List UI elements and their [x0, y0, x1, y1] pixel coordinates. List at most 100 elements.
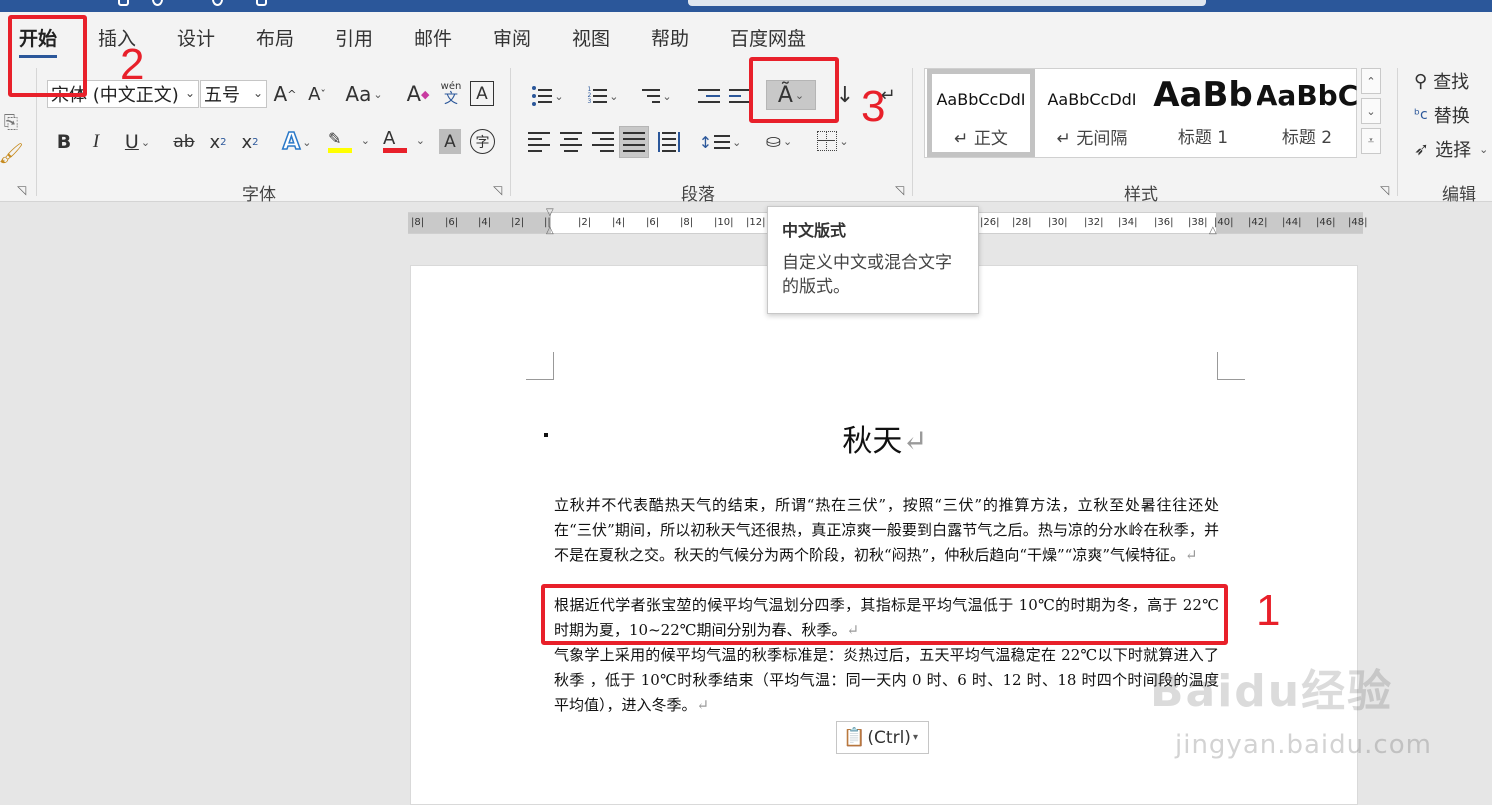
paragraph-group-label: 段落: [681, 185, 715, 205]
justify-button[interactable]: [619, 126, 649, 158]
align-left-button[interactable]: [527, 129, 551, 155]
tooltip: 中文版式 自定义中文或混合文字的版式。: [767, 206, 979, 314]
tab-mailings[interactable]: 邮件: [414, 24, 452, 51]
phonetic-guide-button[interactable]: wén 文: [438, 76, 464, 110]
distributed-button[interactable]: [655, 129, 683, 155]
font-size-combo[interactable]: 五号 ⌄: [200, 80, 267, 108]
align-center-button[interactable]: [559, 129, 583, 155]
ruler-label: |2|: [578, 217, 592, 228]
ruler-label: |42|: [1248, 217, 1268, 228]
baidu-watermark-url: jingyan.baidu.com: [1175, 730, 1432, 760]
character-shading-button[interactable]: A: [439, 129, 461, 154]
cursor-icon: ➶: [1414, 138, 1430, 160]
superscript-button[interactable]: x2: [238, 128, 262, 156]
tab-baidu-netdisk[interactable]: 百度网盘: [730, 24, 806, 51]
replace-icon: ᵇc: [1414, 107, 1428, 123]
style-no-spacing[interactable]: AaBbCcDdI ↵ 无间隔: [1038, 69, 1146, 157]
tab-view[interactable]: 视图: [572, 24, 610, 51]
annotation-number-3: 3: [861, 82, 886, 131]
multilevel-list-button[interactable]: ⌄: [634, 82, 680, 110]
redo-icon[interactable]: [212, 0, 223, 6]
ruler-label: |32|: [1084, 217, 1104, 228]
tooltip-title: 中文版式: [782, 221, 847, 240]
crop-mark-right: [1217, 352, 1245, 380]
borders-button[interactable]: ⌄: [810, 126, 856, 156]
increase-indent-button[interactable]: [727, 82, 751, 110]
styles-launcher-icon[interactable]: ◹: [1380, 183, 1389, 197]
enclose-characters-button[interactable]: 字: [470, 129, 495, 154]
decrease-indent-button[interactable]: [695, 82, 723, 110]
styles-scroll-up[interactable]: ⌃: [1361, 68, 1381, 94]
styles-gallery: AaBbCcDdI ↵ 正文 AaBbCcDdI ↵ 无间隔 AaBb 标题 1…: [924, 68, 1357, 158]
numbering-button[interactable]: 1 2 3 ⌄: [580, 82, 626, 110]
clipboard-launcher-icon[interactable]: ◹: [17, 183, 26, 197]
quick-access-icon[interactable]: [256, 0, 267, 6]
ruler-label: |40|: [1214, 217, 1234, 228]
line-spacing-button[interactable]: ↕ ⌄: [694, 128, 746, 156]
clipboard-icon: 📋: [843, 727, 866, 748]
undo-icon[interactable]: [152, 0, 163, 6]
paste-options-button[interactable]: 📋 (Ctrl) ▾: [836, 721, 929, 754]
change-case-button[interactable]: Aa ⌄: [341, 80, 387, 108]
style-heading-1[interactable]: AaBb 标题 1: [1149, 69, 1257, 157]
ruler-label: |28|: [1012, 217, 1032, 228]
ruler-label: |10|: [714, 217, 734, 228]
font-group-label: 字体: [242, 185, 276, 205]
ruler-label: |48|: [1348, 217, 1368, 228]
copy-icon[interactable]: ⎘: [0, 110, 22, 134]
underline-button[interactable]: U ⌄: [115, 128, 160, 156]
text-effects-button[interactable]: A ⌄: [276, 128, 318, 156]
search-box[interactable]: [688, 0, 1206, 6]
subscript-button[interactable]: x2: [206, 128, 230, 156]
highlighter-icon: ✎: [328, 129, 342, 148]
shrink-font-button[interactable]: Aˇ: [304, 80, 330, 108]
annotation-box-3: [749, 57, 839, 123]
ruler-label: |8|: [680, 217, 694, 228]
annotation-number-1: 1: [1256, 586, 1281, 635]
bullets-button[interactable]: ⌄: [525, 82, 571, 110]
annotation-box-2: [8, 15, 87, 97]
tab-review[interactable]: 审阅: [493, 24, 531, 51]
ruler-label: |8|: [411, 217, 425, 228]
tab-layout[interactable]: 布局: [256, 24, 294, 51]
bold-button[interactable]: B: [52, 128, 76, 156]
style-heading-2[interactable]: AaBbC 标题 2: [1257, 69, 1357, 157]
title-bar: [0, 0, 1492, 12]
ruler-label: ||: [544, 217, 551, 228]
save-icon[interactable]: [118, 0, 129, 6]
strikethrough-button[interactable]: ab: [170, 128, 198, 156]
ruler-label: |12|: [746, 217, 766, 228]
paragraph-1[interactable]: 立秋并不代表酷热天气的结束，所谓“热在三伏”，按照“三伏”的推算方法，立秋至处暑…: [554, 493, 1219, 568]
character-border-button[interactable]: A: [470, 81, 494, 106]
shading-button[interactable]: ⛀ ⌄: [756, 126, 802, 156]
replace-button[interactable]: ᵇc 替换: [1414, 102, 1470, 128]
align-right-button[interactable]: [591, 129, 615, 155]
paint-bucket-icon: ⛀: [765, 130, 781, 152]
clear-format-button[interactable]: A ◆: [403, 80, 433, 108]
format-painter-icon[interactable]: 🖌: [0, 140, 24, 166]
paragraph-launcher-icon[interactable]: ◹: [895, 183, 904, 197]
document-title[interactable]: 秋天↵: [411, 416, 1359, 460]
paragraph-3[interactable]: 气象学上采用的候平均气温的秋季标准是：炎热过后，五天平均气温稳定在 22℃以下时…: [554, 643, 1219, 718]
find-button[interactable]: ⚲ 查找: [1414, 68, 1469, 94]
ruler-label: |30|: [1048, 217, 1068, 228]
search-icon: ⚲: [1414, 70, 1428, 92]
annotation-box-1: [541, 584, 1228, 645]
ruler-label: |44|: [1282, 217, 1302, 228]
ruler-label: |46|: [1316, 217, 1336, 228]
ruler-label: |6|: [646, 217, 660, 228]
grow-font-button[interactable]: A ^: [272, 80, 298, 108]
tab-design[interactable]: 设计: [177, 24, 215, 51]
font-launcher-icon[interactable]: ◹: [493, 183, 502, 197]
ruler-label: |6|: [445, 217, 459, 228]
styles-scroll-down[interactable]: ⌄: [1361, 98, 1381, 124]
font-color-button[interactable]: A ⌄: [381, 126, 427, 156]
select-button[interactable]: ➶ 选择 ⌄: [1414, 136, 1488, 162]
tab-references[interactable]: 引用: [335, 24, 373, 51]
tab-help[interactable]: 帮助: [651, 24, 689, 51]
ruler-label: |2|: [511, 217, 525, 228]
style-normal[interactable]: AaBbCcDdI ↵ 正文: [927, 69, 1035, 157]
italic-button[interactable]: I: [85, 128, 107, 156]
highlight-color-button[interactable]: ✎ ⌄: [326, 126, 372, 156]
styles-more[interactable]: ⩡: [1361, 128, 1381, 154]
